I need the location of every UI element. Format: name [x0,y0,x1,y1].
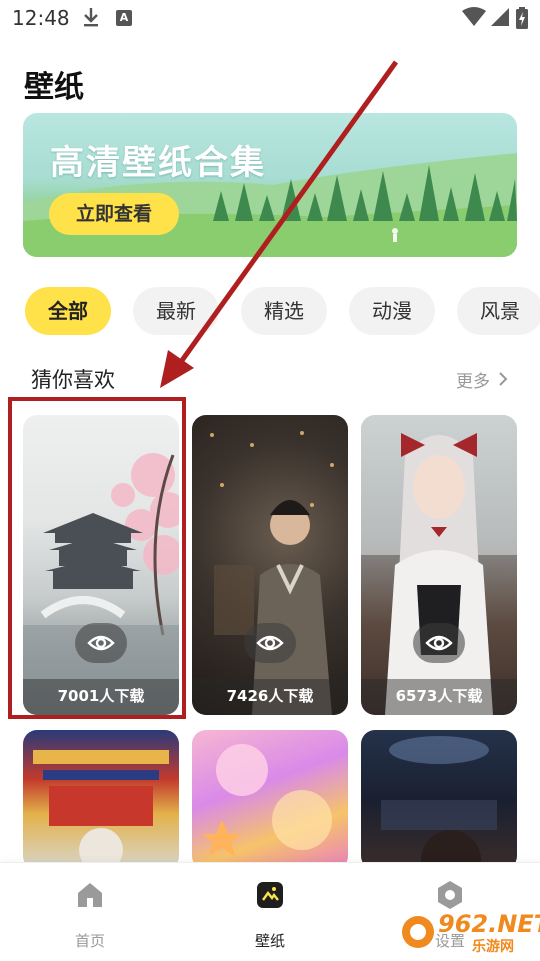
chip-scenery[interactable]: 风景 [457,287,540,335]
section-title: 猜你喜欢 [31,368,115,392]
status-bar: 12:48 A [0,0,540,36]
wallpaper-art-stars [202,744,332,856]
watermark-brand: 962.NET [438,910,540,938]
wallpaper-card[interactable]: 6573人下载 [361,415,517,715]
nav-label: 壁纸 [254,932,285,950]
wallpaper-card[interactable] [192,730,348,870]
preview-button[interactable] [244,623,296,663]
wallpaper-art-dark-room [381,736,497,870]
wallpaper-card[interactable] [23,730,179,870]
watermark-emblem-icon [402,916,434,948]
nav-wallpaper[interactable]: 壁纸 [210,863,330,961]
chip-featured[interactable]: 精选 [241,287,327,335]
eye-icon [425,635,453,651]
chevron-right-icon[interactable] [498,371,508,387]
download-count: 7426人下载 [192,679,348,715]
watermark-logo: 962.NET 乐游网 [400,908,540,956]
status-time: 12:48 [12,6,70,30]
view-now-button[interactable]: 立即查看 [49,193,179,235]
watermark-sub: 乐游网 [472,939,514,955]
download-count: 6573人下载 [361,679,517,715]
eye-icon [256,635,284,651]
featured-banner[interactable]: 高清壁纸合集 立即查看 [23,113,517,257]
wifi-icon [462,7,486,26]
wallpaper-art-swordsman [210,431,334,715]
chip-all[interactable]: 全部 [25,287,111,335]
page-title: 壁纸 [24,70,84,105]
wallpaper-card[interactable]: 7426人下载 [192,415,348,715]
download-icon [84,8,98,27]
nav-label: 首页 [74,932,105,950]
banner-title: 高清壁纸合集 [50,143,266,183]
more-link[interactable]: 更多 [456,367,490,392]
highlight-annotation-box [8,397,186,719]
wallpaper-card[interactable] [361,730,517,870]
battery-charging-icon [516,7,528,29]
wallpaper-art-temple [33,750,169,870]
chip-latest[interactable]: 最新 [133,287,219,335]
signal-icon [491,8,509,26]
home-icon [78,883,102,907]
settings-icon [438,881,462,909]
preview-button[interactable] [413,623,465,663]
category-chips: 全部 最新 精选 动漫 风景 [0,287,540,335]
nav-home[interactable]: 首页 [30,863,150,961]
wallpaper-icon [257,882,283,908]
wallpaper-art-maid-girl [361,415,517,715]
font-icon: A [116,10,132,26]
chip-anime[interactable]: 动漫 [349,287,435,335]
